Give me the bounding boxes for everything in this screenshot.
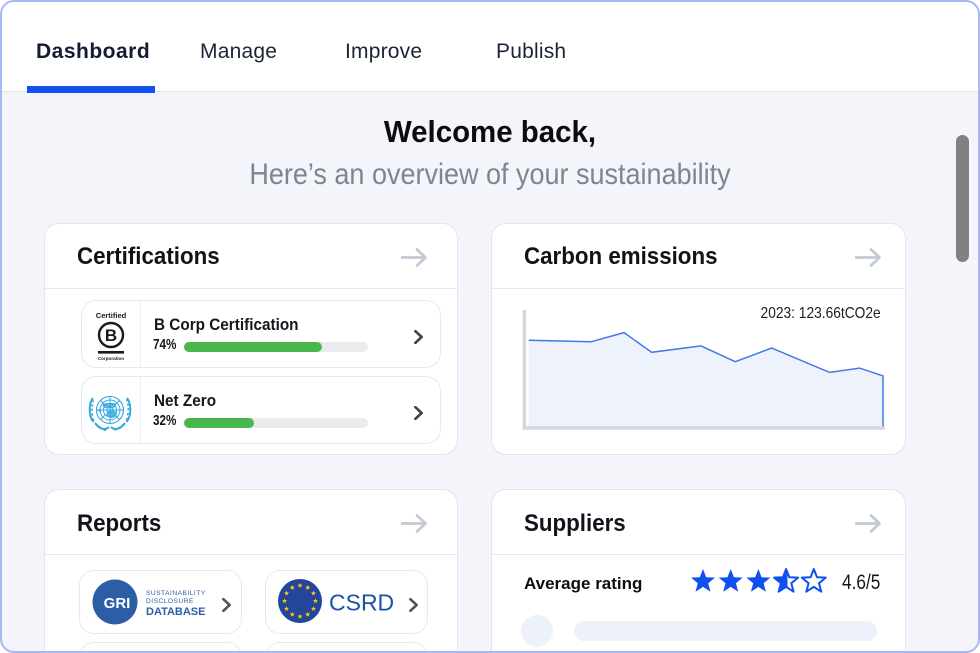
svg-text:GRI: GRI (104, 595, 131, 612)
svg-text:SUSTAINABILITY: SUSTAINABILITY (146, 590, 206, 597)
svg-text:Certified: Certified (96, 311, 127, 320)
svg-text:DATABASE: DATABASE (146, 606, 205, 618)
svg-text:Corporation: Corporation (98, 356, 124, 361)
svg-text:DISCLOSURE: DISCLOSURE (146, 598, 194, 605)
svg-text:CSRD: CSRD (329, 590, 394, 616)
svg-text:B: B (105, 326, 117, 345)
